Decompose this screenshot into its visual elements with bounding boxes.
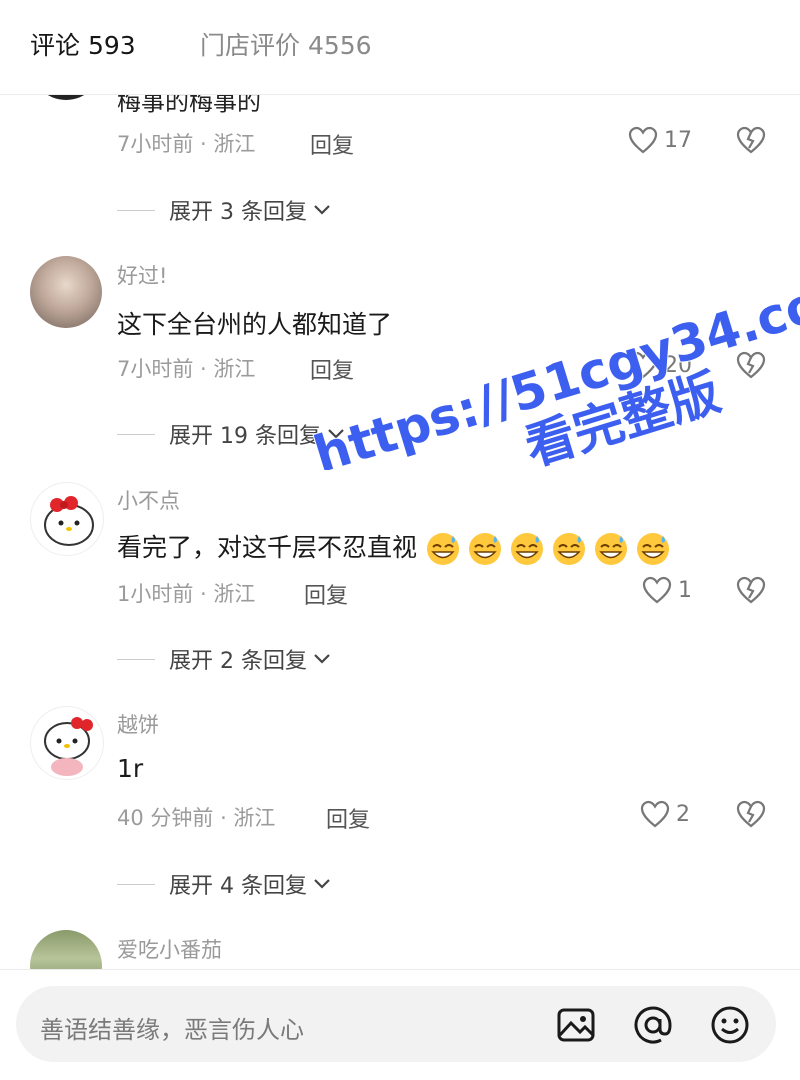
divider: [117, 433, 155, 435]
like-button[interactable]: 2: [640, 800, 690, 828]
at-icon[interactable]: [633, 1005, 673, 1045]
reply-button[interactable]: 回复: [326, 802, 370, 834]
heart-icon: [640, 800, 670, 828]
comment-meta: 1小时前 · 浙江: [117, 582, 256, 606]
avatar[interactable]: [30, 256, 102, 328]
image-icon[interactable]: [556, 1005, 596, 1045]
divider: [117, 883, 155, 885]
sweat-smile-emoji-icon: [552, 533, 585, 565]
divider: [117, 209, 155, 211]
comment-text: 这下全台州的人都知道了: [117, 310, 393, 339]
dislike-button[interactable]: [736, 800, 766, 832]
emoji-icon[interactable]: [710, 1005, 750, 1045]
broken-heart-icon: [736, 126, 766, 154]
broken-heart-icon: [736, 800, 766, 828]
comment-text-content: 看完了，对这千层不忍直视: [117, 533, 418, 562]
chevron-down-icon: [314, 205, 330, 215]
like-button[interactable]: 20: [628, 351, 692, 379]
comment-text: 1r: [117, 754, 144, 783]
heart-icon: [628, 126, 658, 154]
sweat-smile-emoji-icon: [510, 533, 543, 565]
watermark-caption: 看完整版: [519, 363, 727, 470]
comment-input[interactable]: 善语结善缘，恶言伤人心: [16, 986, 776, 1062]
comment-input-placeholder: 善语结善缘，恶言伤人心: [40, 1016, 304, 1044]
expand-label: 展开 4 条回复: [169, 874, 307, 899]
heart-icon: [642, 576, 672, 604]
sweat-smile-emoji-icon: [426, 533, 459, 565]
hello-kitty-avatar-icon: [44, 717, 93, 776]
avatar[interactable]: [30, 706, 104, 780]
sweat-smile-emoji-icon: [468, 533, 501, 565]
expand-label: 展开 19 条回复: [169, 424, 321, 449]
comment-meta: 40 分钟前 · 浙江: [117, 806, 276, 830]
reply-button[interactable]: 回复: [310, 128, 354, 160]
like-count: 2: [676, 801, 690, 827]
like-count: 1: [678, 577, 692, 603]
expand-replies-button[interactable]: 展开 2 条回复: [117, 643, 331, 675]
reply-button[interactable]: 回复: [310, 353, 354, 385]
like-button[interactable]: 17: [628, 126, 692, 154]
expand-replies-button[interactable]: 展开 19 条回复: [117, 418, 345, 450]
divider: [117, 658, 155, 660]
username[interactable]: 爱吃小番茄: [117, 934, 222, 964]
tab-store-reviews[interactable]: 门店评价 4556: [200, 30, 372, 62]
chevron-down-icon: [314, 654, 330, 664]
like-count: 17: [664, 127, 692, 153]
username[interactable]: 好过!: [117, 260, 167, 290]
chevron-down-icon: [328, 429, 344, 439]
dislike-button[interactable]: [736, 351, 766, 383]
expand-label: 展开 2 条回复: [169, 649, 307, 674]
comment-tabs: 评论 593 门店评价 4556: [0, 0, 800, 95]
sweat-smile-emoji-icon: [594, 533, 627, 565]
heart-icon: [628, 351, 658, 379]
expand-replies-button[interactable]: 展开 4 条回复: [117, 868, 331, 900]
broken-heart-icon: [736, 576, 766, 604]
comment-meta: 7小时前 · 浙江: [117, 357, 256, 381]
chevron-down-icon: [314, 879, 330, 889]
tab-comments[interactable]: 评论 593: [30, 30, 136, 62]
emoji-row: [417, 533, 677, 565]
expand-replies-button[interactable]: 展开 3 条回复: [117, 194, 331, 226]
watermark-url: https://51cgy34.com: [307, 260, 800, 470]
reply-button[interactable]: 回复: [304, 578, 348, 610]
hello-kitty-avatar-icon: [44, 496, 94, 546]
dislike-button[interactable]: [736, 576, 766, 608]
like-button[interactable]: 1: [642, 576, 692, 604]
comment-meta: 7小时前 · 浙江: [117, 132, 256, 156]
comment-text: 看完了，对这千层不忍直视: [117, 528, 677, 567]
avatar[interactable]: [30, 482, 104, 556]
expand-label: 展开 3 条回复: [169, 200, 307, 225]
like-count: 20: [664, 352, 692, 378]
username[interactable]: 越饼: [117, 709, 159, 739]
broken-heart-icon: [736, 351, 766, 379]
watermark: https://51cgy34.com 看完整版: [306, 259, 800, 470]
username[interactable]: 小不点: [117, 485, 180, 515]
sweat-smile-emoji-icon: [636, 533, 669, 565]
comment-input-bar: 善语结善缘，恶言伤人心: [0, 969, 800, 1080]
dislike-button[interactable]: [736, 126, 766, 158]
